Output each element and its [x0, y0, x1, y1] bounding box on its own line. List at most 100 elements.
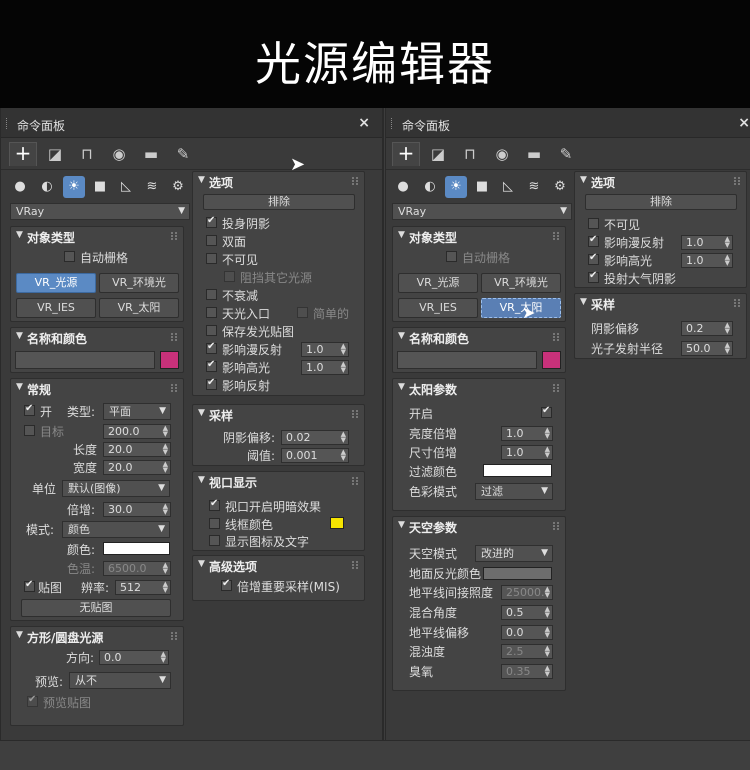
rollout-header[interactable]: ▼ 采样 [193, 405, 364, 425]
renderer-dropdown[interactable]: VRay ▼ [392, 203, 572, 220]
rollout-header[interactable]: ▼ 高级选项 [193, 556, 364, 576]
drag-handle-icon[interactable] [734, 299, 740, 307]
collapse-icon[interactable]: ▼ [580, 175, 587, 185]
spinner-arrows-icon[interactable]: ▲ ▼ [163, 443, 168, 456]
double-sided-checkbox[interactable] [206, 235, 217, 246]
collapse-icon[interactable]: ▼ [398, 331, 405, 341]
exclude-button[interactable]: 排除 [203, 194, 355, 210]
intensity-spinner[interactable]: 1.0 ▲ ▼ [501, 426, 553, 441]
exclude-button[interactable]: 排除 [585, 194, 737, 210]
spinner-arrows-icon[interactable]: ▲ ▼ [163, 581, 168, 594]
panel-titlebar[interactable]: 命令面板 × [386, 108, 750, 138]
affect-diffuse-spinner[interactable]: 1.0 ▲ ▼ [301, 342, 349, 357]
collapse-icon[interactable]: ▼ [398, 520, 405, 530]
rollout-header[interactable]: ▼ 采样 [575, 294, 746, 314]
affect-specular-spinner[interactable]: 1.0 ▲ ▼ [301, 360, 349, 375]
spacewarps-icon[interactable]: ≋ [141, 176, 163, 198]
object-name-input[interactable] [15, 351, 155, 369]
temperature-spinner[interactable]: 6500.0 ▲ ▼ [103, 561, 171, 576]
hierarchy-tab-icon[interactable]: ⊓ [73, 142, 101, 166]
collapse-icon[interactable]: ▼ [398, 382, 405, 392]
vr-ies-button[interactable]: VR_IES [398, 298, 478, 318]
multiplier-spinner[interactable]: 30.0 ▲ ▼ [103, 502, 171, 517]
lights-icon[interactable]: ☀ [63, 176, 85, 198]
blend-angle-spinner[interactable]: 0.5 ▲ ▼ [501, 605, 553, 620]
create-tab-icon[interactable]: + [9, 142, 37, 166]
spinner-arrows-icon[interactable]: ▲ ▼ [545, 427, 550, 440]
unit-dropdown[interactable]: 默认(图像) ▼ [62, 480, 170, 497]
drag-handle-icon[interactable] [553, 522, 559, 530]
target-spinner[interactable]: 200.0 ▲ ▼ [103, 424, 171, 439]
drag-handle-icon[interactable] [553, 232, 559, 240]
drag-grip-icon[interactable] [391, 118, 394, 129]
invisible-checkbox[interactable] [588, 218, 599, 229]
target-checkbox[interactable] [24, 425, 35, 436]
spinner-arrows-icon[interactable]: ▲ ▼ [161, 651, 166, 664]
spinner-arrows-icon[interactable]: ▲ ▼ [545, 645, 550, 658]
lights-icon[interactable]: ☀ [445, 176, 467, 198]
systems-icon[interactable]: ⚙ [167, 176, 189, 198]
modify-tab-icon[interactable]: ◪ [41, 142, 69, 166]
autogrid-checkbox[interactable] [64, 251, 75, 262]
cast-shadow-checkbox[interactable] [206, 215, 217, 228]
drag-handle-icon[interactable] [171, 333, 177, 341]
collapse-icon[interactable]: ▼ [398, 230, 405, 240]
wire-color-swatch[interactable] [330, 517, 344, 529]
length-spinner[interactable]: 20.0 ▲ ▼ [103, 442, 171, 457]
rollout-header[interactable]: ▼ 视口显示 [193, 472, 364, 492]
atmos-shadow-checkbox[interactable] [588, 270, 599, 283]
preview-dropdown[interactable]: 从不 ▼ [69, 672, 171, 689]
helpers-icon[interactable]: ◺ [115, 176, 137, 198]
affect-specular-checkbox[interactable] [206, 359, 217, 372]
hierarchy-tab-icon[interactable]: ⊓ [456, 142, 484, 166]
close-icon[interactable]: × [738, 115, 750, 131]
rollout-header[interactable]: ▼ 天空参数 [393, 517, 565, 537]
spinner-arrows-icon[interactable]: ▲ ▼ [163, 562, 168, 575]
renderer-dropdown[interactable]: VRay ▼ [10, 203, 190, 220]
vr-light-button[interactable]: VR_光源 [398, 273, 478, 293]
drag-handle-icon[interactable] [352, 177, 358, 185]
rollout-header[interactable]: ▼ 太阳参数 [393, 379, 565, 399]
ground-albedo-swatch[interactable] [483, 567, 552, 580]
drag-handle-icon[interactable] [553, 384, 559, 392]
spinner-arrows-icon[interactable]: ▲ ▼ [725, 236, 730, 249]
shapes-icon[interactable]: ◐ [419, 176, 441, 198]
collapse-icon[interactable]: ▼ [16, 331, 23, 341]
invisible-checkbox[interactable] [206, 253, 217, 264]
rollout-header[interactable]: ▼ 方形/圆盘光源 [11, 627, 183, 647]
affect-diffuse-spinner[interactable]: 1.0 ▲ ▼ [681, 235, 733, 250]
systems-icon[interactable]: ⚙ [549, 176, 571, 198]
vr-sun-button[interactable]: VR_太阳 [99, 298, 179, 318]
geometry-icon[interactable]: ● [392, 176, 414, 198]
shadow-bias-spinner[interactable]: 0.2 ▲ ▼ [681, 321, 733, 336]
preview-texture-checkbox[interactable] [27, 694, 38, 707]
no-texture-button[interactable]: 无贴图 [21, 599, 171, 617]
collapse-icon[interactable]: ▼ [16, 630, 23, 640]
light-color-swatch[interactable] [103, 542, 170, 555]
direction-spinner[interactable]: 0.0 ▲ ▼ [99, 650, 169, 665]
spacewarps-icon[interactable]: ≋ [523, 176, 545, 198]
panel-titlebar[interactable]: 命令面板 × [1, 108, 382, 138]
spinner-arrows-icon[interactable]: ▲ ▼ [725, 322, 730, 335]
no-decay-checkbox[interactable] [206, 289, 217, 300]
cutoff-spinner[interactable]: 0.001 ▲ ▼ [281, 448, 349, 463]
turbidity-spinner[interactable]: 2.5 ▲ ▼ [501, 644, 553, 659]
spinner-arrows-icon[interactable]: ▲ ▼ [545, 586, 550, 599]
utilities-tab-icon[interactable]: ✎ [169, 142, 197, 166]
drag-handle-icon[interactable] [171, 232, 177, 240]
mode-dropdown[interactable]: 颜色 ▼ [62, 521, 170, 538]
collapse-icon[interactable]: ▼ [198, 408, 205, 418]
affect-diffuse-checkbox[interactable] [206, 341, 217, 354]
rollout-header[interactable]: ▼ 选项 [193, 172, 364, 192]
affect-specular-spinner[interactable]: 1.0 ▲ ▼ [681, 253, 733, 268]
spinner-arrows-icon[interactable]: ▲ ▼ [545, 606, 550, 619]
collapse-icon[interactable]: ▼ [198, 559, 205, 569]
drag-handle-icon[interactable] [352, 477, 358, 485]
spinner-arrows-icon[interactable]: ▲ ▼ [341, 361, 346, 374]
spinner-arrows-icon[interactable]: ▲ ▼ [341, 449, 346, 462]
vr-light-button[interactable]: VR_光源 [16, 273, 96, 293]
filter-color-swatch[interactable] [483, 464, 552, 477]
close-icon[interactable]: × [358, 115, 370, 131]
drag-handle-icon[interactable] [734, 177, 740, 185]
affect-reflection-checkbox[interactable] [206, 377, 217, 390]
